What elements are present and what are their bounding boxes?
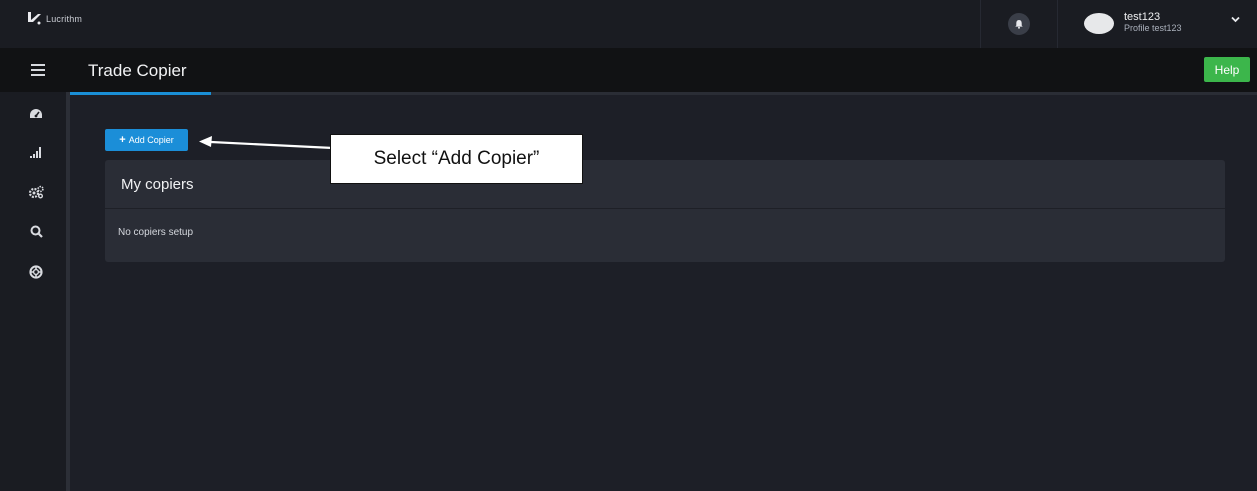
user-name: test123 <box>1124 11 1161 23</box>
callout-arrow-icon <box>199 136 334 150</box>
sidebar-divider <box>66 92 70 491</box>
user-profile-label: Profile test123 <box>1124 23 1182 33</box>
brand-logo-mark <box>26 11 42 27</box>
search-icon[interactable] <box>28 223 44 239</box>
bell-icon <box>1015 20 1023 29</box>
chevron-down-icon[interactable] <box>1231 16 1240 23</box>
notifications-area <box>980 0 1058 48</box>
header-divider <box>70 92 1257 95</box>
menu-toggle-icon[interactable] <box>31 64 45 76</box>
plus-icon: + <box>119 133 126 146</box>
user-menu[interactable]: test123 Profile test123 <box>1084 7 1182 39</box>
help-button[interactable]: Help <box>1204 57 1250 82</box>
gears-icon[interactable] <box>28 184 44 200</box>
panel-title: My copiers <box>105 160 1225 209</box>
add-copier-button[interactable]: + Add Copier <box>105 129 188 151</box>
page-title: Trade Copier <box>88 61 187 80</box>
signal-bars-icon[interactable] <box>28 144 44 160</box>
top-bar: Lucrithm test123 Profile test123 <box>0 0 1257 48</box>
page-header: Trade Copier Help <box>0 48 1257 92</box>
active-tab-indicator <box>70 92 211 95</box>
callout-annotation: Select “Add Copier” <box>330 134 583 184</box>
avatar <box>1084 12 1114 34</box>
brand-name: Lucrithm <box>46 14 83 24</box>
sidebar <box>0 92 66 491</box>
empty-state-text: No copiers setup <box>118 227 194 238</box>
my-copiers-panel: My copiers No copiers setup <box>105 160 1225 262</box>
add-copier-label: Add Copier <box>128 135 174 145</box>
notifications-button[interactable] <box>1008 13 1030 35</box>
brand-logo[interactable]: Lucrithm <box>26 11 82 27</box>
lifebuoy-icon[interactable] <box>28 264 44 280</box>
dashboard-icon[interactable] <box>28 106 44 122</box>
